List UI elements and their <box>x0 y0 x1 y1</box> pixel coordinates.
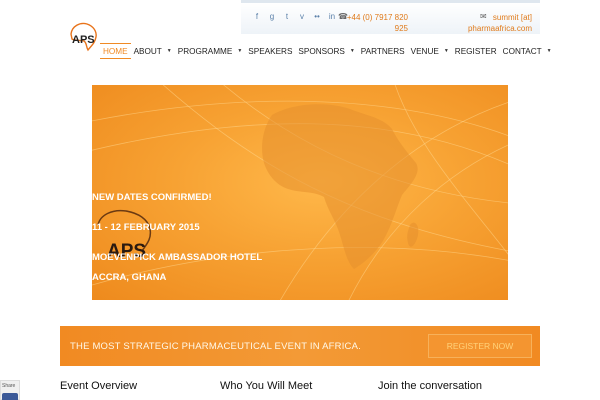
nav-partners[interactable]: PARTNERS <box>358 43 408 59</box>
chevron-down-icon: ▼ <box>237 48 243 54</box>
nav-register-label: REGISTER <box>454 46 497 56</box>
nav-partners-label: PARTNERS <box>360 46 405 56</box>
phone-number[interactable]: +44 (0) 7917 820 925 <box>338 12 408 34</box>
nav-sponsors-label: SPONSORS <box>298 46 345 56</box>
event-overview-heading: Event Overview <box>60 380 138 392</box>
nav-home[interactable]: HOME <box>100 43 131 59</box>
linkedin-icon[interactable]: in <box>328 12 336 21</box>
banner-headline: NEW DATES CONFIRMED! <box>92 192 212 203</box>
join-conversation-heading: Join the conversation <box>378 380 482 392</box>
share-label: Share <box>2 383 16 389</box>
email-link[interactable]: summit [at] pharmaafrica.com <box>466 12 532 34</box>
nav-speakers[interactable]: SPEAKERS <box>245 43 295 59</box>
nav-contact-label: CONTACT <box>502 46 542 56</box>
social-links: f g t v •• in <box>253 12 336 21</box>
nav-home-label: HOME <box>103 46 128 56</box>
google-plus-icon[interactable]: g <box>268 12 276 21</box>
nav-venue[interactable]: VENUE ▼ <box>408 43 452 59</box>
vimeo-icon[interactable]: v <box>298 12 306 21</box>
banner-venue: MOEVENPICK AMBASSADOR HOTEL <box>92 252 263 263</box>
chevron-down-icon: ▼ <box>443 48 449 54</box>
nav-programme-label: PROGRAMME <box>177 46 233 56</box>
twitter-icon[interactable]: t <box>283 12 291 21</box>
banner-dates: 11 - 12 FEBRUARY 2015 <box>92 222 200 233</box>
africa-map-icon <box>262 104 418 269</box>
nav-register[interactable]: REGISTER <box>452 43 500 59</box>
register-now-button[interactable]: REGISTER NOW <box>428 334 532 358</box>
facebook-icon[interactable]: f <box>253 12 261 21</box>
flickr-icon[interactable]: •• <box>313 12 321 21</box>
logo-text: APS <box>72 34 95 46</box>
nav-sponsors[interactable]: SPONSORS ▼ <box>295 43 357 59</box>
nav-about[interactable]: ABOUT ▼ <box>131 43 175 59</box>
main-nav: HOME ABOUT ▼ PROGRAMME ▼ SPEAKERS SPONSORS… <box>100 42 555 60</box>
chevron-down-icon: ▼ <box>349 48 355 54</box>
banner-city: ACCRA, GHANA <box>92 272 167 283</box>
nav-programme[interactable]: PROGRAMME ▼ <box>175 43 246 59</box>
chevron-down-icon: ▼ <box>166 48 172 54</box>
facebook-share-icon[interactable] <box>2 393 18 400</box>
cta-tagline: THE MOST STRATEGIC PHARMACEUTICAL EVENT … <box>70 341 361 352</box>
nav-speakers-label: SPEAKERS <box>248 46 293 56</box>
chevron-down-icon: ▼ <box>546 48 552 54</box>
nav-about-label: ABOUT <box>133 46 162 56</box>
nav-contact[interactable]: CONTACT ▼ <box>500 43 555 59</box>
nav-venue-label: VENUE <box>410 46 439 56</box>
who-you-will-meet-heading: Who You Will Meet <box>220 380 313 392</box>
cta-strip: THE MOST STRATEGIC PHARMACEUTICAL EVENT … <box>60 326 540 366</box>
